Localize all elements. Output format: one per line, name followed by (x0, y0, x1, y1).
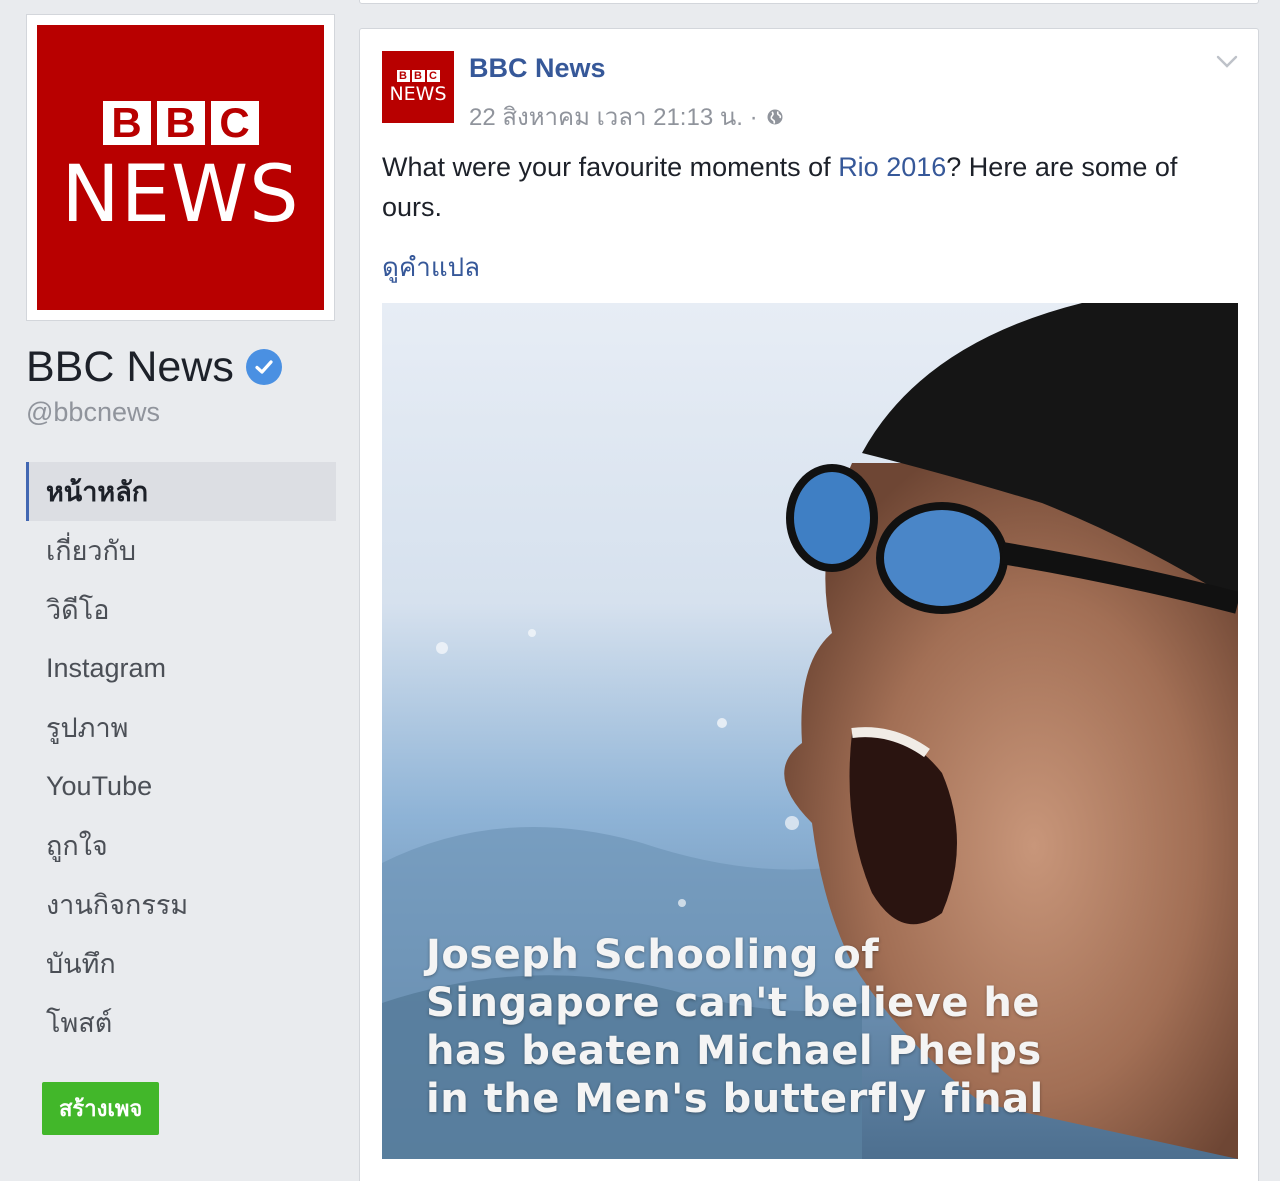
avatar-logo-block: B (411, 70, 425, 82)
page-name-row: BBC News (26, 343, 338, 391)
avatar-logo-block: C (426, 70, 440, 82)
nav-item-events[interactable]: งานกิจกรรม (26, 875, 336, 934)
nav-item-home[interactable]: หน้าหลัก (26, 462, 336, 521)
post-header: B B C NEWS BBC News 22 สิงหาคม เวลา 21:1… (382, 51, 1238, 131)
post-message: What were your favourite moments of Rio … (382, 147, 1232, 227)
bbc-logo-word: NEWS (61, 149, 300, 240)
nav-item-photos[interactable]: รูปภาพ (26, 698, 336, 757)
nav-item-notes[interactable]: บันทึก (26, 934, 336, 993)
chevron-down-icon[interactable] (1216, 55, 1238, 69)
post-meta: 22 สิงหาคม เวลา 21:13 น. · (469, 97, 784, 136)
create-page-button[interactable]: สร้างเพจ (42, 1082, 160, 1135)
globe-icon[interactable] (766, 108, 784, 126)
bbc-news-logo: B B C NEWS (37, 25, 324, 310)
bbc-logo-block: B (102, 100, 151, 145)
avatar-logo-word: NEWS (389, 83, 447, 105)
nav-item-instagram[interactable]: Instagram (26, 639, 336, 698)
page-handle[interactable]: @bbcnews (26, 397, 338, 428)
video-caption: Joseph Schooling of Singapore can't beli… (426, 932, 1044, 1122)
post-timestamp[interactable]: 22 สิงหาคม เวลา 21:13 น. · (469, 97, 758, 136)
nav-item-youtube[interactable]: YouTube (26, 757, 336, 816)
post-message-text: What were your favourite moments of (382, 152, 839, 182)
post-card: B B C NEWS BBC News 22 สิงหาคม เวลา 21:1… (359, 28, 1259, 1181)
bbc-logo-blocks: B B C (102, 100, 259, 145)
page: B B C NEWS BBC News @bbcnews หน้าหลัก เก… (0, 0, 1280, 1181)
post-avatar[interactable]: B B C NEWS (382, 51, 454, 123)
nav-item-likes[interactable]: ถูกใจ (26, 816, 336, 875)
post-author-link[interactable]: BBC News (469, 53, 606, 84)
profile-picture[interactable]: B B C NEWS (26, 14, 335, 321)
bbc-logo-block: B (156, 100, 205, 145)
avatar-logo-block: B (396, 70, 410, 82)
verified-badge-icon (245, 349, 282, 385)
post-video[interactable]: Joseph Schooling of Singapore can't beli… (382, 303, 1238, 1159)
nav-item-videos[interactable]: วิดีโอ (26, 580, 336, 639)
nav-item-about[interactable]: เกี่ยวกับ (26, 521, 336, 580)
nav-item-posts[interactable]: โพสต์ (26, 993, 336, 1052)
bbc-logo-block: C (210, 100, 259, 145)
rio-2016-link[interactable]: Rio 2016 (838, 152, 946, 182)
avatar-logo-blocks: B B C (396, 70, 440, 82)
see-translation-link[interactable]: ดูคำแปล (382, 247, 480, 288)
page-name[interactable]: BBC News (26, 343, 234, 391)
page-nav: หน้าหลัก เกี่ยวกับ วิดีโอ Instagram รูปภ… (26, 462, 336, 1052)
left-column: B B C NEWS BBC News @bbcnews หน้าหลัก เก… (26, 14, 338, 1135)
previous-card-edge (359, 0, 1259, 4)
